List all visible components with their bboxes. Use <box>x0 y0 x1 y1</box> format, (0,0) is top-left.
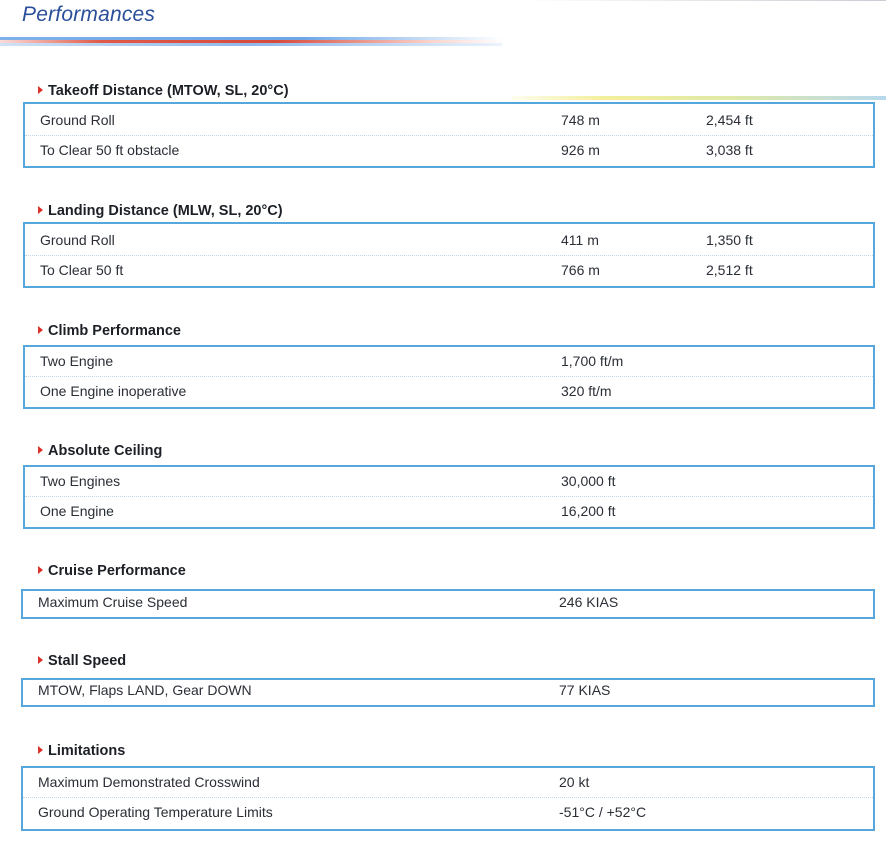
row-value-imperial: 2,454 ft <box>706 112 753 128</box>
bullet-marker-icon <box>38 326 43 334</box>
row-value-imperial: 2,512 ft <box>706 262 753 278</box>
table-row: Maximum Cruise Speed 246 KIAS <box>23 588 873 618</box>
section-heading-text: Landing Distance (MLW, SL, 20°C) <box>48 203 283 219</box>
row-label: MTOW, Flaps LAND, Gear DOWN <box>38 682 252 698</box>
section-heading: Limitations <box>38 743 125 761</box>
data-table: Maximum Cruise Speed 246 KIAS <box>21 589 875 619</box>
table-row: One Engine inoperative 320 ft/m <box>25 377 873 407</box>
decorative-line <box>512 96 886 100</box>
section-heading-text: Cruise Performance <box>48 563 186 579</box>
row-value-metric: 766 m <box>561 262 600 278</box>
title-underline <box>0 37 502 46</box>
bullet-marker-icon <box>38 656 43 664</box>
row-label: To Clear 50 ft <box>40 262 124 278</box>
row-label: One Engine <box>40 503 114 519</box>
data-table: Ground Roll 748 m 2,454 ft To Clear 50 f… <box>23 102 875 168</box>
row-label: Maximum Cruise Speed <box>38 594 188 610</box>
section-heading: Climb Performance <box>38 323 181 341</box>
data-table: Two Engines 30,000 ft One Engine 16,200 … <box>23 465 875 529</box>
row-value-metric: 748 m <box>561 112 600 128</box>
section-heading: Landing Distance (MLW, SL, 20°C) <box>38 203 283 221</box>
data-table: Maximum Demonstrated Crosswind 20 kt Gro… <box>21 766 875 831</box>
section-heading-text: Takeoff Distance (MTOW, SL, 20°C) <box>48 83 289 99</box>
row-label: Ground Roll <box>40 112 115 128</box>
table-row: Ground Operating Temperature Limits -51°… <box>23 798 873 828</box>
section-heading-text: Stall Speed <box>48 653 127 669</box>
row-value: 16,200 ft <box>561 503 616 519</box>
row-value-imperial: 3,038 ft <box>706 142 753 158</box>
bullet-marker-icon <box>38 746 43 754</box>
table-row: One Engine 16,200 ft <box>25 497 873 527</box>
table-row: Maximum Demonstrated Crosswind 20 kt <box>23 768 873 798</box>
bullet-marker-icon <box>38 566 43 574</box>
data-table: Ground Roll 411 m 1,350 ft To Clear 50 f… <box>23 222 875 288</box>
row-value: -51°C / +52°C <box>559 804 647 820</box>
row-label: Two Engines <box>40 473 121 489</box>
row-value: 320 ft/m <box>561 383 612 399</box>
section-heading: Stall Speed <box>38 653 126 671</box>
row-value: 246 KIAS <box>559 594 619 610</box>
section-heading: Absolute Ceiling <box>38 443 162 461</box>
top-hairline <box>520 0 886 1</box>
table-row: Two Engines 30,000 ft <box>25 467 873 497</box>
section-heading-text: Absolute Ceiling <box>48 443 163 459</box>
section-heading-text: Limitations <box>48 743 126 759</box>
table-row: MTOW, Flaps LAND, Gear DOWN 77 KIAS <box>23 676 873 706</box>
section-heading-text: Climb Performance <box>48 323 181 339</box>
data-table: MTOW, Flaps LAND, Gear DOWN 77 KIAS <box>21 678 875 707</box>
table-row: To Clear 50 ft 766 m 2,512 ft <box>25 256 873 286</box>
table-row: Two Engine 1,700 ft/m <box>25 347 873 377</box>
row-label: Maximum Demonstrated Crosswind <box>38 774 260 790</box>
data-table: Two Engine 1,700 ft/m One Engine inopera… <box>23 345 875 409</box>
section-heading: Cruise Performance <box>38 563 186 581</box>
row-value: 30,000 ft <box>561 473 616 489</box>
row-label: One Engine inoperative <box>40 383 187 399</box>
bullet-marker-icon <box>38 446 43 454</box>
row-value: 20 kt <box>559 774 590 790</box>
row-value: 1,700 ft/m <box>561 353 624 369</box>
row-value-metric: 411 m <box>561 232 599 248</box>
table-row: Ground Roll 748 m 2,454 ft <box>25 106 873 136</box>
row-label: To Clear 50 ft obstacle <box>40 142 180 158</box>
bullet-marker-icon <box>38 206 43 214</box>
table-row: Ground Roll 411 m 1,350 ft <box>25 226 873 256</box>
page-title: Performances <box>22 3 156 26</box>
row-label: Two Engine <box>40 353 114 369</box>
row-value: 77 KIAS <box>559 682 611 698</box>
row-label: Ground Roll <box>40 232 115 248</box>
row-value-metric: 926 m <box>561 142 600 158</box>
row-label: Ground Operating Temperature Limits <box>38 804 273 820</box>
section-heading: Takeoff Distance (MTOW, SL, 20°C) <box>38 83 289 101</box>
bullet-marker-icon <box>38 86 43 94</box>
table-row: To Clear 50 ft obstacle 926 m 3,038 ft <box>25 136 873 166</box>
row-value-imperial: 1,350 ft <box>706 232 753 248</box>
